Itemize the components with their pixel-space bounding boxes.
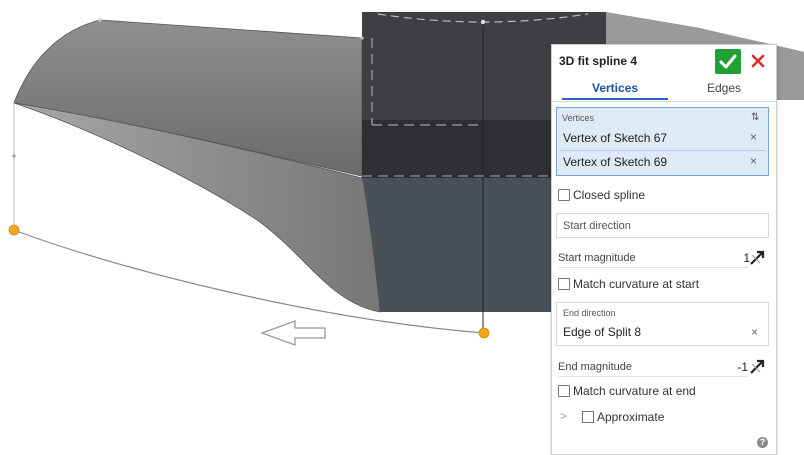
vertices-label: Vertices — [562, 113, 595, 123]
feature-dialog: 3D fit spline 4 Vertices Edges Vertices … — [551, 44, 777, 455]
checkbox-box[interactable] — [582, 411, 594, 423]
start-direction-field[interactable]: Start direction — [556, 213, 769, 238]
checkbox-box[interactable] — [558, 189, 570, 201]
active-tab-indicator — [562, 98, 668, 100]
end-magnitude-label: End magnitude — [558, 361, 632, 373]
vertices-selection-box[interactable]: Vertices ⇅ Vertex of Sketch 67 × Vertex … — [556, 107, 769, 176]
divider — [560, 150, 765, 151]
approximate-label: Approximate — [597, 410, 665, 424]
match-curvature-start-checkbox[interactable]: Match curvature at start — [558, 276, 748, 292]
checkbox-box[interactable] — [558, 385, 570, 397]
closed-spline-checkbox[interactable]: Closed spline — [558, 187, 748, 203]
direction-flip-icon[interactable] — [748, 247, 768, 267]
list-item[interactable]: Vertex of Sketch 67 × — [561, 128, 766, 149]
start-magnitude-value[interactable]: 1 — [720, 251, 750, 265]
accept-button[interactable] — [715, 49, 741, 74]
field-underline — [558, 267, 748, 268]
end-direction-value: Edge of Split 8 — [563, 325, 642, 339]
end-magnitude-field[interactable]: End magnitude -1 — [558, 356, 768, 377]
match-curvature-end-label: Match curvature at end — [573, 384, 696, 398]
field-underline — [558, 376, 748, 377]
spline-start-point — [8, 224, 20, 236]
tab-vertices[interactable]: Vertices — [592, 81, 638, 95]
tab-bar: Vertices Edges — [552, 76, 776, 102]
end-direction-label: End direction — [563, 308, 616, 318]
vertex-item-label: Vertex of Sketch 67 — [563, 131, 668, 145]
tab-edges[interactable]: Edges — [707, 81, 741, 95]
closed-spline-label: Closed spline — [573, 188, 646, 202]
start-magnitude-label: Start magnitude — [558, 252, 636, 264]
list-item[interactable]: Vertex of Sketch 69 × — [561, 152, 766, 173]
checkmark-icon — [719, 54, 737, 69]
end-magnitude-value[interactable]: -1 — [718, 360, 748, 374]
direction-flip-icon[interactable] — [748, 356, 768, 376]
dialog-header: 3D fit spline 4 — [552, 45, 776, 76]
sort-icon[interactable]: ⇅ — [751, 112, 759, 123]
end-direction-field[interactable]: End direction Edge of Split 8 × — [556, 302, 769, 346]
start-magnitude-field[interactable]: Start magnitude 1 — [558, 247, 768, 268]
remove-icon[interactable]: × — [750, 130, 757, 144]
remove-icon[interactable]: × — [750, 154, 757, 168]
vertex-item-label: Vertex of Sketch 69 — [563, 155, 668, 169]
spline-end-point — [478, 327, 490, 339]
match-curvature-start-label: Match curvature at start — [573, 277, 700, 291]
checkbox-box[interactable] — [558, 278, 570, 290]
start-direction-placeholder: Start direction — [563, 220, 631, 232]
match-curvature-end-checkbox[interactable]: Match curvature at end — [558, 383, 748, 399]
cancel-button[interactable] — [745, 49, 771, 74]
dialog-title: 3D fit spline 4 — [559, 54, 638, 68]
remove-icon[interactable]: × — [751, 325, 758, 339]
chevron-right-icon[interactable]: > — [560, 409, 567, 423]
close-icon — [751, 54, 765, 68]
direction-arrow-icon — [260, 320, 326, 346]
help-icon[interactable]: ? — [757, 437, 768, 448]
approximate-row[interactable]: > Approximate — [560, 409, 760, 425]
